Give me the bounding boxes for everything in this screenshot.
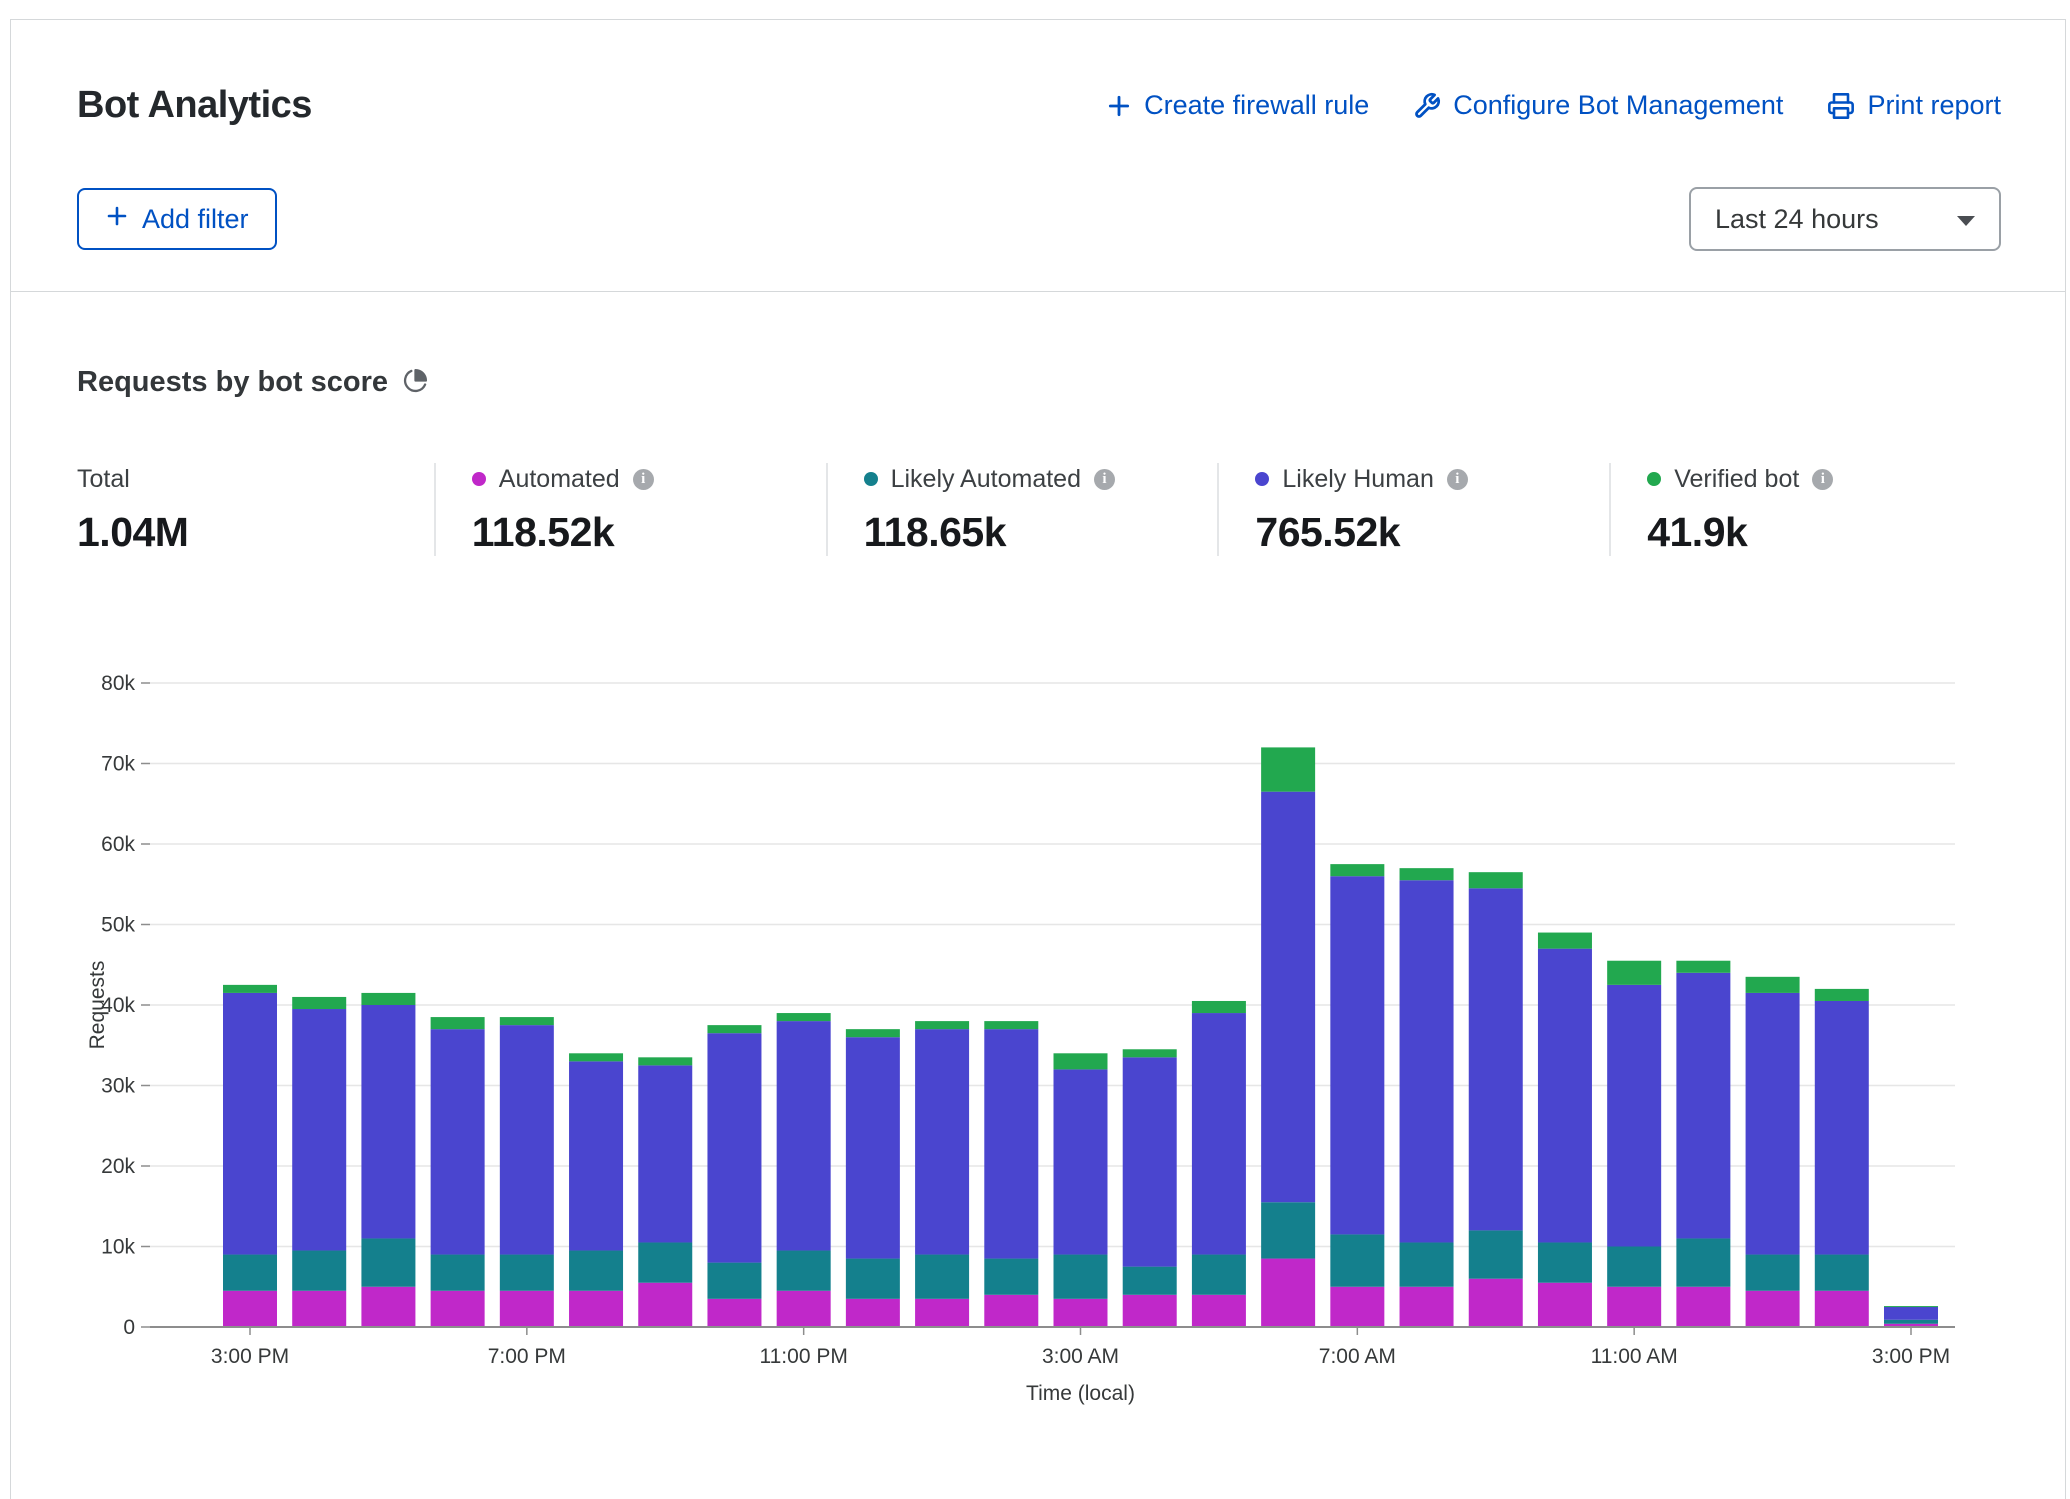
svg-text:30k: 30k <box>101 1075 135 1098</box>
svg-text:80k: 80k <box>101 672 135 695</box>
add-filter-button[interactable]: Add filter <box>77 188 277 250</box>
svg-text:3:00 AM: 3:00 AM <box>1042 1345 1119 1368</box>
print-report-label: Print report <box>1867 90 2001 121</box>
svg-text:50k: 50k <box>101 914 135 937</box>
svg-text:7:00 PM: 7:00 PM <box>488 1345 566 1368</box>
svg-text:60k: 60k <box>101 833 135 856</box>
verified-bot-legend-dot <box>1647 472 1661 486</box>
plus-icon <box>1106 93 1132 119</box>
stat-likely-automated-label: Likely Automated <box>891 465 1081 494</box>
plus-icon <box>105 204 129 235</box>
svg-text:11:00 PM: 11:00 PM <box>760 1345 848 1368</box>
stat-likely-human: Likely Human i 765.52k <box>1217 463 1609 556</box>
add-filter-label: Add filter <box>142 204 249 235</box>
create-firewall-rule-link[interactable]: Create firewall rule <box>1106 90 1369 121</box>
bot-score-stacked-bar-chart[interactable]: 010k20k30k40k50k60k70k80k3:00 PM7:00 PM1… <box>11 634 2070 1414</box>
stat-automated-label: Automated <box>499 465 620 494</box>
bot-analytics-card: Bot Analytics Create firewall rule <box>10 19 2066 1499</box>
likely-automated-legend-dot <box>864 472 878 486</box>
time-range-value: Last 24 hours <box>1715 204 1879 235</box>
svg-text:10k: 10k <box>101 1236 135 1259</box>
svg-text:0: 0 <box>123 1316 135 1339</box>
configure-bot-management-label: Configure Bot Management <box>1453 90 1783 121</box>
chevron-down-icon <box>1955 204 1977 235</box>
info-icon[interactable]: i <box>1447 469 1468 490</box>
stats-row: Total 1.04M Automated i 118.52k Likely A… <box>77 463 2001 556</box>
svg-text:20k: 20k <box>101 1155 135 1178</box>
create-firewall-rule-label: Create firewall rule <box>1144 90 1369 121</box>
info-icon[interactable]: i <box>1094 469 1115 490</box>
wrench-icon <box>1413 92 1441 120</box>
stat-total-label: Total <box>77 465 130 494</box>
print-report-link[interactable]: Print report <box>1827 90 2001 121</box>
stat-verified-bot: Verified bot i 41.9k <box>1609 463 2001 556</box>
stat-verified-bot-label: Verified bot <box>1674 465 1799 494</box>
card-header: Bot Analytics Create firewall rule <box>11 20 2065 292</box>
stat-automated: Automated i 118.52k <box>434 463 826 556</box>
automated-legend-dot <box>472 472 486 486</box>
svg-text:11:00 AM: 11:00 AM <box>1591 1345 1678 1368</box>
stat-verified-bot-value: 41.9k <box>1647 509 2001 556</box>
card-body: Requests by bot score Total 1.04M Automa… <box>11 292 2065 556</box>
stat-likely-human-label: Likely Human <box>1282 465 1433 494</box>
header-actions: Create firewall rule Configure Bot Manag… <box>1106 90 2001 121</box>
stat-likely-automated-value: 118.65k <box>864 509 1218 556</box>
stat-automated-value: 118.52k <box>472 509 826 556</box>
page-title: Bot Analytics <box>77 84 312 127</box>
svg-text:Requests: Requests <box>86 961 109 1050</box>
svg-text:3:00 PM: 3:00 PM <box>211 1345 289 1368</box>
info-icon[interactable]: i <box>633 469 654 490</box>
section-heading: Requests by bot score <box>77 366 388 399</box>
printer-icon <box>1827 92 1855 120</box>
svg-text:7:00 AM: 7:00 AM <box>1319 1345 1396 1368</box>
stat-total-value: 1.04M <box>77 509 434 556</box>
stat-likely-automated: Likely Automated i 118.65k <box>826 463 1218 556</box>
stat-likely-human-value: 765.52k <box>1255 509 1609 556</box>
svg-text:70k: 70k <box>101 753 135 776</box>
time-range-select[interactable]: Last 24 hours <box>1689 187 2001 251</box>
requests-chart-area: 010k20k30k40k50k60k70k80k3:00 PM7:00 PM1… <box>11 634 2070 1414</box>
svg-text:3:00 PM: 3:00 PM <box>1872 1345 1950 1368</box>
configure-bot-management-link[interactable]: Configure Bot Management <box>1413 90 1783 121</box>
info-icon[interactable]: i <box>1812 469 1833 490</box>
likely-human-legend-dot <box>1255 472 1269 486</box>
stat-total: Total 1.04M <box>77 463 434 556</box>
pie-chart-icon <box>403 368 428 398</box>
